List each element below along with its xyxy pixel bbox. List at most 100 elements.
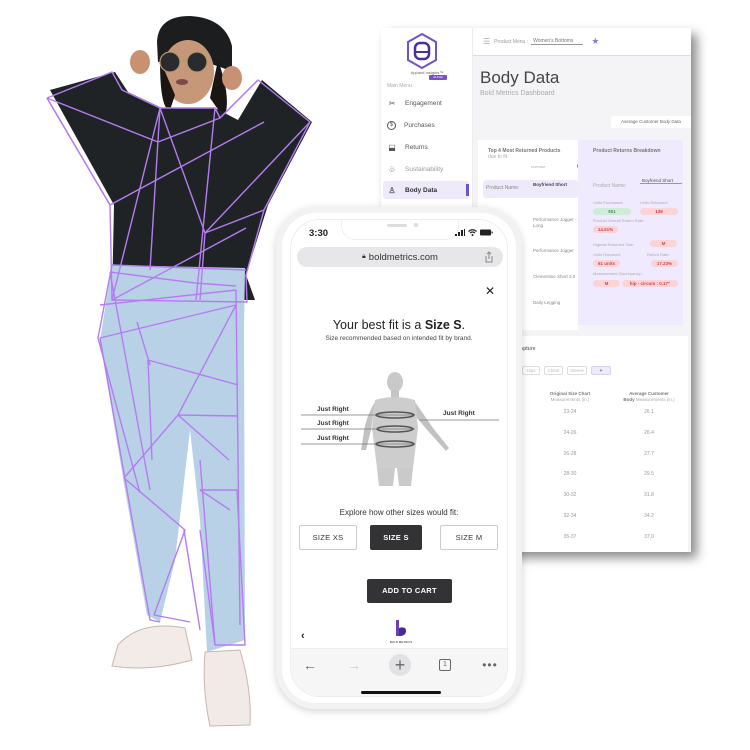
url-bar[interactable]: 🔒︎ boldmetrics.com xyxy=(297,247,503,267)
best-fit-subtitle: Size recommended based on intended fit b… xyxy=(325,335,473,342)
sidebar-item-label: Sustainability xyxy=(405,165,444,173)
hamburger-menu-icon[interactable]: ☰ xyxy=(483,37,490,46)
add-chip-button[interactable]: + xyxy=(591,366,611,375)
wifi-icon xyxy=(468,229,477,236)
sidebar-item-body-data[interactable]: ♙ Body Data xyxy=(383,181,469,199)
average-body-cell: 37.0 xyxy=(644,533,654,540)
browser-toolbar: ← → + 1 ••• xyxy=(291,648,507,696)
size-m-button[interactable]: SIZE M xyxy=(440,525,498,550)
engagement-icon: ✂ xyxy=(388,98,396,108)
fit-label-hips: Just Right xyxy=(317,435,349,442)
status-time: 3:30 xyxy=(309,228,329,239)
size-chart-cell: 32-34 xyxy=(563,513,577,519)
phone-screen: 3:30 🔒︎ boldmetrics.com ✕ Your best fit … xyxy=(290,219,508,697)
chip-sleeve[interactable]: Sleeve xyxy=(567,366,587,375)
size-chart-cell: 30-32 xyxy=(563,492,577,499)
dollar-icon: $ xyxy=(387,120,396,130)
header-light: Measurements (in.) xyxy=(635,396,675,402)
chip-hips[interactable]: Hips xyxy=(522,366,540,375)
product-menu-select[interactable]: Women's Bottoms xyxy=(531,38,584,45)
logo-text: Apparel Insights™ xyxy=(410,70,444,75)
original-size-chart-header: Original Size Chart Measurements (in.) xyxy=(540,391,600,402)
average-body-cell: 31.8 xyxy=(644,492,654,499)
fit-label-waist: Just Right xyxy=(317,420,349,427)
highest-returned-size-pill: M xyxy=(650,240,677,247)
add-to-cart-button[interactable]: ADD TO CART xyxy=(367,579,452,603)
sweater xyxy=(50,72,312,300)
sidebar-item-purchases[interactable]: $ Purchases xyxy=(383,116,469,134)
product-name: Performance Jogger - Long xyxy=(533,217,577,228)
heading-prefix: Your best fit is a xyxy=(332,318,425,332)
size-return-rate-pill: 17.23% xyxy=(651,260,678,267)
lock-icon: 🔒︎ xyxy=(362,253,366,260)
header-light: Measurements (in.) xyxy=(550,396,590,402)
bold-metrics-logo: BOLD METRICS xyxy=(384,620,418,646)
product-row-selected[interactable]: Product Name: Boyfriend Short xyxy=(483,180,581,198)
product-name-label: Product Name: xyxy=(593,183,627,189)
average-body-cell: 29.5 xyxy=(644,471,654,478)
product-name-label: Product Name: xyxy=(486,185,520,191)
chevron-left-icon[interactable]: ‹ xyxy=(301,630,305,642)
fit-label-sleeve: Just Right xyxy=(443,410,475,417)
left-shoe xyxy=(111,625,193,669)
sidebar-item-label: Returns xyxy=(405,143,428,151)
apparel-insights-logo-icon xyxy=(407,32,437,70)
more-options-icon[interactable]: ••• xyxy=(479,654,501,676)
size-chart-cell: 23-24 xyxy=(563,409,577,415)
size-xs-button[interactable]: SIZE XS xyxy=(299,525,357,550)
product-name: Performance Jogger xyxy=(533,248,574,253)
size-chart-cell: 26-28 xyxy=(563,450,577,457)
product-name: Boyfriend Short xyxy=(533,182,568,187)
avatar-3d-figure xyxy=(301,372,499,486)
bold-metrics-b-icon xyxy=(396,620,406,636)
units-returned-pill: 138 xyxy=(640,208,678,215)
close-icon[interactable]: ✕ xyxy=(485,284,495,298)
share-icon[interactable] xyxy=(483,251,495,263)
returns-box-icon: ⬓ xyxy=(388,142,396,152)
sidebar-item-engagement[interactable]: ✂ Engagement xyxy=(383,94,469,112)
highest-returned-size-label: Highest Returned Size: xyxy=(593,242,635,247)
sidebar-item-label: Engagement xyxy=(405,99,442,107)
header-bold: Original Size Chart xyxy=(549,391,591,396)
main-menu-label: Main Menu xyxy=(387,83,412,89)
header-line1: Average Customer xyxy=(629,391,669,396)
top-bar: ☰ Product Menu : Women's Bottoms ★ xyxy=(473,28,691,56)
product-name: Daily Legging xyxy=(533,300,561,305)
units-purchased-pill: 951 xyxy=(593,208,631,215)
units-purchased-label: Units Purchased: xyxy=(593,200,624,205)
status-icons xyxy=(455,229,493,236)
sidebar-item-label: Purchases xyxy=(404,121,435,129)
back-arrow-icon[interactable]: ← xyxy=(299,654,321,676)
sidebar-item-returns[interactable]: ⬓ Returns xyxy=(383,138,469,156)
tabs-icon[interactable]: 1 xyxy=(434,654,456,676)
right-shoe xyxy=(203,649,251,727)
chip-chest[interactable]: Chest xyxy=(544,366,563,375)
discrepancy-size-pill: M xyxy=(593,280,620,287)
url-text: boldmetrics.com xyxy=(368,251,438,263)
header-bold: Body xyxy=(623,396,635,402)
average-body-cell: 26.4 xyxy=(644,429,654,436)
average-body-cell: 26.1 xyxy=(644,409,654,415)
body-icon: ♙ xyxy=(388,185,396,195)
average-body-cell: 34.2 xyxy=(644,513,654,519)
star-icon[interactable]: ★ xyxy=(591,36,599,47)
size-s-button[interactable]: SIZE S xyxy=(370,525,422,550)
new-tab-plus-icon[interactable]: + xyxy=(389,654,411,676)
product-name-value[interactable]: Boyfriend Short xyxy=(640,178,682,184)
left-hand xyxy=(130,50,150,74)
explore-sizes-text: Explore how other sizes would fit: xyxy=(339,508,459,517)
size-chart-cell: 28-30 xyxy=(563,471,577,478)
discrepancy-value-pill: hip - circum : 0.17" xyxy=(622,280,678,287)
measurement-discrepancy-label: Measurement Discrepancy: xyxy=(593,271,642,276)
forward-arrow-icon[interactable]: → xyxy=(343,654,365,676)
size-chart-cell: 24-26 xyxy=(563,429,577,436)
size-chart-cell: 35-37 xyxy=(563,533,577,540)
product-name: Clementine Short 2.0 xyxy=(533,274,576,279)
right-hand xyxy=(222,66,242,90)
average-customer-body-data-button[interactable]: Average Customer Body Data xyxy=(611,116,691,128)
sidebar-item-sustainability[interactable]: ♧ Sustainability xyxy=(383,160,469,178)
average-customer-body-header: Average Customer Body Measurements (in.) xyxy=(614,391,684,402)
page-subtitle: Bold Metrics Dashboard xyxy=(480,90,555,97)
tab-count: 1 xyxy=(439,659,451,671)
sidebar-item-label: Body Data xyxy=(405,186,438,194)
